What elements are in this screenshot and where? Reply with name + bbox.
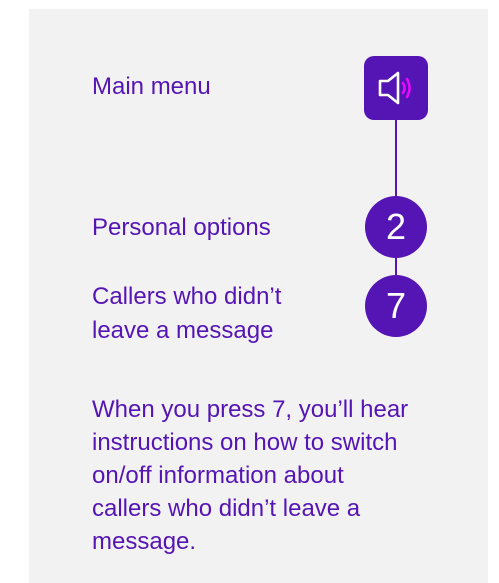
description-text: When you press 7, you’ll hear instructio… xyxy=(92,393,452,558)
main-menu-label: Main menu xyxy=(92,73,211,100)
description-line: instructions on how to switch xyxy=(92,429,398,456)
speaker-sound-icon-svg xyxy=(378,71,411,105)
description-line: on/off information about xyxy=(92,462,344,489)
step-7-badge: 7 xyxy=(365,275,427,337)
speaker-sound-icon xyxy=(364,56,428,120)
description-line: message. xyxy=(92,528,197,555)
connector-line xyxy=(395,240,397,280)
description-line: When you press 7, you’ll hear xyxy=(92,396,409,423)
callers-no-message-label: Callers who didn’t leave a message xyxy=(92,280,281,348)
personal-options-label: Personal options xyxy=(92,214,271,241)
description-line: callers who didn’t leave a xyxy=(92,495,361,522)
callers-label-line: leave a message xyxy=(92,317,274,344)
callers-label-line: Callers who didn’t xyxy=(92,283,282,310)
